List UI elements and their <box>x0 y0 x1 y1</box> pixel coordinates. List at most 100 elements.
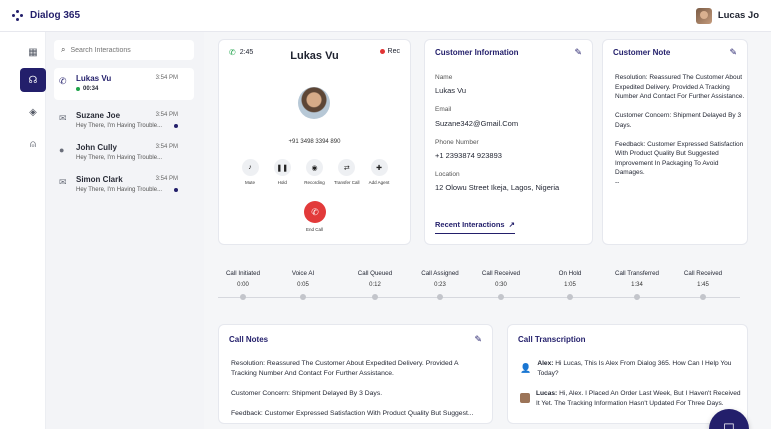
phone-icon: ✆ <box>59 76 67 86</box>
customer-info-card: Customer Information ✎ Name Lukas Vu Ema… <box>424 39 593 245</box>
interaction-sub: Hey There, I'm Having Trouble... <box>76 155 163 161</box>
timeline-dot[interactable] <box>300 294 306 300</box>
interaction-item[interactable]: ● John Cully 3:54 PM Hey There, I'm Havi… <box>54 137 194 169</box>
timeline-dot[interactable] <box>240 294 246 300</box>
transcript-message: 👤 Alex: Hi Lucas, This Is Alex From Dial… <box>520 359 742 379</box>
call-note-line: Feedback: Customer Expressed Satisfactio… <box>231 410 474 417</box>
add-agent-icon[interactable]: ✚ <box>370 159 388 176</box>
top-bar: Dialog 365 Lucas Jo <box>0 0 771 32</box>
recent-interactions-link[interactable]: Recent Interactions ↗ <box>435 220 515 234</box>
unread-dot <box>174 188 178 192</box>
customer-avatar <box>520 393 530 409</box>
timeline-dot[interactable] <box>700 294 706 300</box>
active-call-card: ✆ 2:45 Rec Lukas Vu +91 3498 3394 890 ♪ M… <box>218 39 411 245</box>
edit-icon[interactable]: ✎ <box>474 334 482 345</box>
timeline-time: 0:23 <box>434 282 446 288</box>
grid-icon[interactable]: ▦ <box>20 40 46 64</box>
customer-name: Lukas Vu <box>435 86 466 95</box>
interaction-item[interactable]: ✆ Lukas Vu 3:54 PM 00:34 <box>54 68 194 100</box>
transcript-message: Lucas: Hi, Alex. I Placed An Order Last … <box>520 389 742 409</box>
mic-icon[interactable]: ♪ <box>241 159 259 176</box>
customer-info-title: Customer Information <box>435 48 519 57</box>
edit-icon[interactable]: ✎ <box>729 47 737 58</box>
end-call-button[interactable]: ✆ <box>304 201 326 223</box>
pause-icon[interactable]: ❚❚ <box>273 159 291 176</box>
action-label: Mute <box>244 180 255 185</box>
user-name: Lucas Jo <box>717 10 759 21</box>
interaction-item[interactable]: ✉ Suzane Joe 3:54 PM Hey There, I'm Havi… <box>54 105 194 137</box>
headset-icon[interactable]: ☊ <box>20 68 46 92</box>
timeline-label: Call Received <box>683 270 723 277</box>
note-paragraph: Feedback: Customer Expressed Satisfactio… <box>615 140 744 177</box>
interaction-time: 3:54 PM <box>155 75 178 81</box>
search-box[interactable]: ⌕ <box>54 40 194 60</box>
recent-interactions-label: Recent Interactions <box>435 220 505 229</box>
mail-icon: ✉ <box>59 113 67 123</box>
call-notes-text: Resolution: Reassured The Customer About… <box>231 359 481 429</box>
arrow-up-right-icon: ↗ <box>508 220 515 229</box>
active-call-dot <box>76 87 80 91</box>
interaction-item[interactable]: ✉ Simon Clark 3:54 PM Hey There, I'm Hav… <box>54 169 194 201</box>
call-transcript-card: Call Transcription 👤 Alex: Hi Lucas, Thi… <box>507 324 748 424</box>
call-actions: ♪ Mute ❚❚ Hold ◉ Recording ⇄ Transfer Call ✚… <box>237 159 392 185</box>
interactions-panel: ⌕ ✆ Lukas Vu 3:54 PM 00:34 ✉ Suzane Joe … <box>46 32 204 429</box>
location-label: Location <box>435 171 460 178</box>
caller-avatar <box>298 87 330 119</box>
timeline-dot[interactable] <box>634 294 640 300</box>
call-notes-title: Call Notes <box>229 335 269 344</box>
timeline-time: 0:30 <box>495 282 507 288</box>
user-icon[interactable]: ⍝ <box>20 132 46 156</box>
brand-name: Dialog 365 <box>30 10 81 21</box>
timeline-dot[interactable] <box>437 294 443 300</box>
note-paragraph: -- <box>615 178 620 186</box>
timeline-time: 0:00 <box>237 282 249 288</box>
customer-phone: +1 2393874 923893 <box>435 151 502 160</box>
note-paragraph: Resolution: Reassured The Customer About… <box>615 74 745 100</box>
interaction-time: 3:54 PM <box>155 176 178 182</box>
mail-icon: ✉ <box>59 177 67 187</box>
timeline-dot[interactable] <box>567 294 573 300</box>
phone-label: Phone Number <box>435 139 479 146</box>
email-label: Email <box>435 106 452 113</box>
timeline-label: Call Received <box>481 270 521 277</box>
brand-logo-icon <box>12 9 24 22</box>
timeline-label: On Hold <box>558 270 582 277</box>
timeline-time: 0:12 <box>369 282 381 288</box>
timeline-time: 0:05 <box>297 282 309 288</box>
timeline-label: Call Queued <box>357 270 393 277</box>
timeline-label: Voice AI <box>291 270 315 277</box>
action-label: Recording <box>304 180 325 185</box>
main-area: ✆ 2:45 Rec Lukas Vu +91 3498 3394 890 ♪ M… <box>204 32 771 429</box>
timeline-label: Call Initiated <box>225 270 261 277</box>
timeline-dot[interactable] <box>372 294 378 300</box>
user-menu[interactable]: Lucas Jo <box>695 7 759 24</box>
timeline-time: 1:34 <box>631 282 643 288</box>
search-input[interactable] <box>70 46 181 54</box>
brand[interactable]: Dialog 365 <box>12 9 81 22</box>
call-notes-card: Call Notes ✎ Resolution: Reassured The C… <box>218 324 493 424</box>
timeline-label: Call Transferred <box>614 270 660 277</box>
end-call-label: End Call <box>305 227 323 232</box>
call-note-line: Customer Concern: Shipment Delayed By 3 … <box>231 390 383 397</box>
speaker-name: Lucas: <box>536 390 558 397</box>
message-text: Hi, Alex. I Placed An Order Last Week, B… <box>536 390 741 407</box>
chat-icon: ● <box>59 145 65 155</box>
timeline-time: 1:45 <box>697 282 709 288</box>
nav-rail: ▦ ☊ ◈ ⍝ <box>0 32 46 429</box>
note-paragraph: Customer Concern: Shipment Delayed By 3 … <box>615 112 742 129</box>
record-icon[interactable]: ◉ <box>306 159 323 176</box>
customer-email: Suzane342@Gmail.Com <box>435 119 519 128</box>
edit-icon[interactable]: ✎ <box>574 47 582 58</box>
customer-location: 12 Olowu Street Ikeja, Lagos, Nigeria <box>435 183 560 192</box>
user-avatar <box>695 7 712 24</box>
interaction-time: 3:54 PM <box>155 112 178 118</box>
interaction-time: 3:54 PM <box>155 144 178 150</box>
customer-note-card: Customer Note ✎ Resolution: Reassured Th… <box>602 39 748 245</box>
name-label: Name <box>435 74 453 81</box>
action-label: Hold <box>277 180 287 185</box>
layers-icon[interactable]: ◈ <box>20 100 46 124</box>
transfer-icon[interactable]: ⇄ <box>338 159 356 176</box>
interaction-sub: Hey There, I'm Having Trouble... <box>76 187 163 193</box>
timeline-dot[interactable] <box>498 294 504 300</box>
bot-chat-icon: ☐ <box>723 421 735 429</box>
